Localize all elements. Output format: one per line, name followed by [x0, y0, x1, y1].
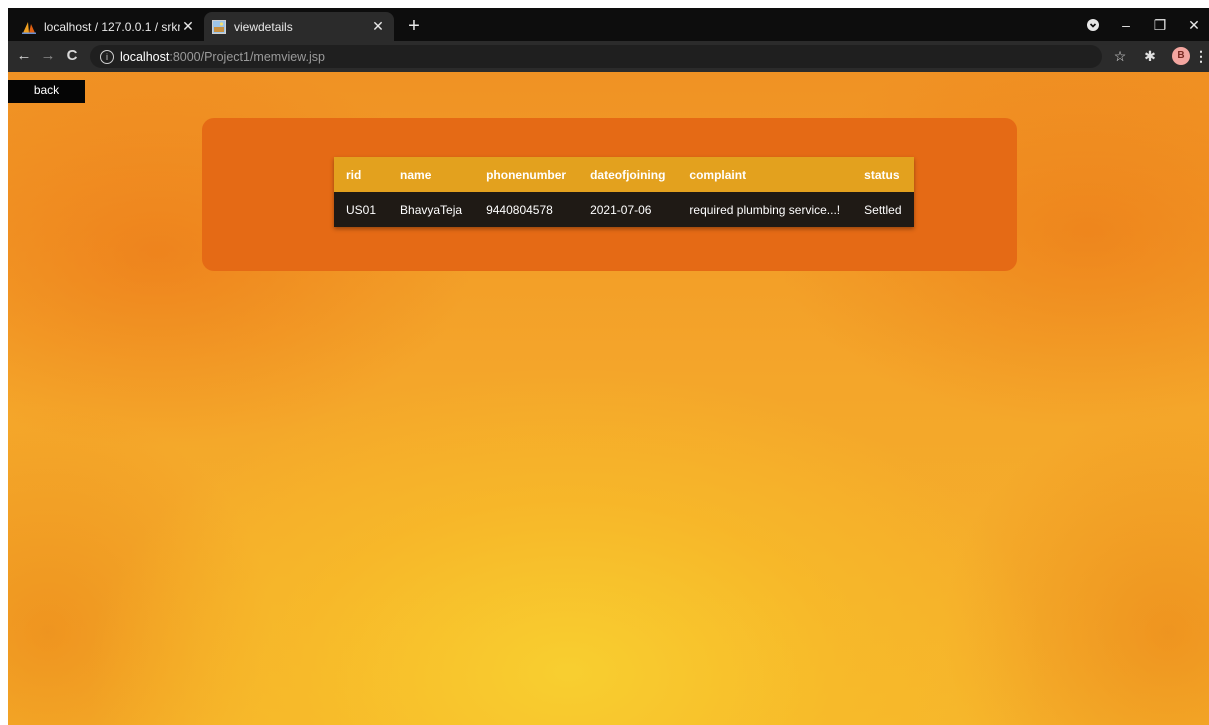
column-header-dateofjoining: dateofjoining: [578, 157, 678, 192]
column-header-complaint: complaint: [677, 157, 853, 192]
browser-window: localhost / 127.0.0.1 / srkr / mem ✕ vie…: [8, 8, 1209, 725]
close-icon[interactable]: ✕: [180, 18, 196, 35]
tab-viewdetails[interactable]: viewdetails ✕: [204, 12, 394, 41]
maximize-button[interactable]: ❐: [1146, 14, 1174, 36]
new-tab-button[interactable]: +: [402, 14, 426, 38]
forward-arrow-icon[interactable]: →: [38, 46, 58, 66]
extensions-puzzle-icon[interactable]: ✱: [1140, 46, 1160, 66]
column-header-name: name: [388, 157, 475, 192]
page-viewport: back rid name phonenumber dateofjoining …: [8, 72, 1209, 725]
url-path: :8000/Project1/memview.jsp: [169, 49, 325, 64]
phpmyadmin-sail-icon: [22, 20, 36, 34]
page-image-icon: [212, 19, 226, 34]
cell-dateofjoining: 2021-07-06: [578, 192, 678, 227]
member-details-table: rid name phonenumber dateofjoining compl…: [334, 157, 914, 227]
reload-icon[interactable]: C: [62, 46, 82, 66]
cell-name: BhavyaTeja: [388, 192, 475, 227]
info-icon[interactable]: i: [100, 49, 114, 64]
tab-title: viewdetails: [234, 19, 293, 34]
star-icon[interactable]: ☆: [1110, 46, 1130, 66]
tab-search-icon[interactable]: [1084, 14, 1102, 36]
close-window-button[interactable]: ✕: [1180, 14, 1208, 36]
tab-title: localhost / 127.0.0.1 / srkr / mem: [44, 19, 180, 34]
back-button[interactable]: back: [8, 80, 85, 103]
cell-phonenumber: 9440804578: [474, 192, 579, 227]
back-arrow-icon[interactable]: ←: [14, 46, 34, 66]
table-row: US01 BhavyaTeja 9440804578 2021-07-06 re…: [334, 192, 914, 227]
column-header-rid: rid: [334, 157, 389, 192]
cell-status: Settled: [852, 192, 914, 227]
column-header-phonenumber: phonenumber: [474, 157, 579, 192]
tab-phpmyadmin[interactable]: localhost / 127.0.0.1 / srkr / mem ✕: [14, 12, 204, 41]
menu-kebab-icon[interactable]: ⋮: [1194, 46, 1208, 66]
table-header-row: rid name phonenumber dateofjoining compl…: [334, 157, 914, 192]
profile-avatar[interactable]: B: [1172, 47, 1190, 65]
content-panel: rid name phonenumber dateofjoining compl…: [202, 118, 1017, 271]
minimize-button[interactable]: –: [1112, 14, 1140, 36]
address-bar[interactable]: i localhost:8000/Project1/memview.jsp: [90, 45, 1102, 68]
tab-strip: localhost / 127.0.0.1 / srkr / mem ✕ vie…: [8, 8, 1209, 41]
url-host: localhost: [120, 49, 170, 64]
cell-rid: US01: [334, 192, 389, 227]
browser-toolbar: ← → C i localhost:8000/Project1/memview.…: [8, 41, 1209, 72]
cell-complaint: required plumbing service...!: [677, 192, 853, 227]
column-header-status: status: [852, 157, 914, 192]
close-icon[interactable]: ✕: [370, 18, 386, 35]
